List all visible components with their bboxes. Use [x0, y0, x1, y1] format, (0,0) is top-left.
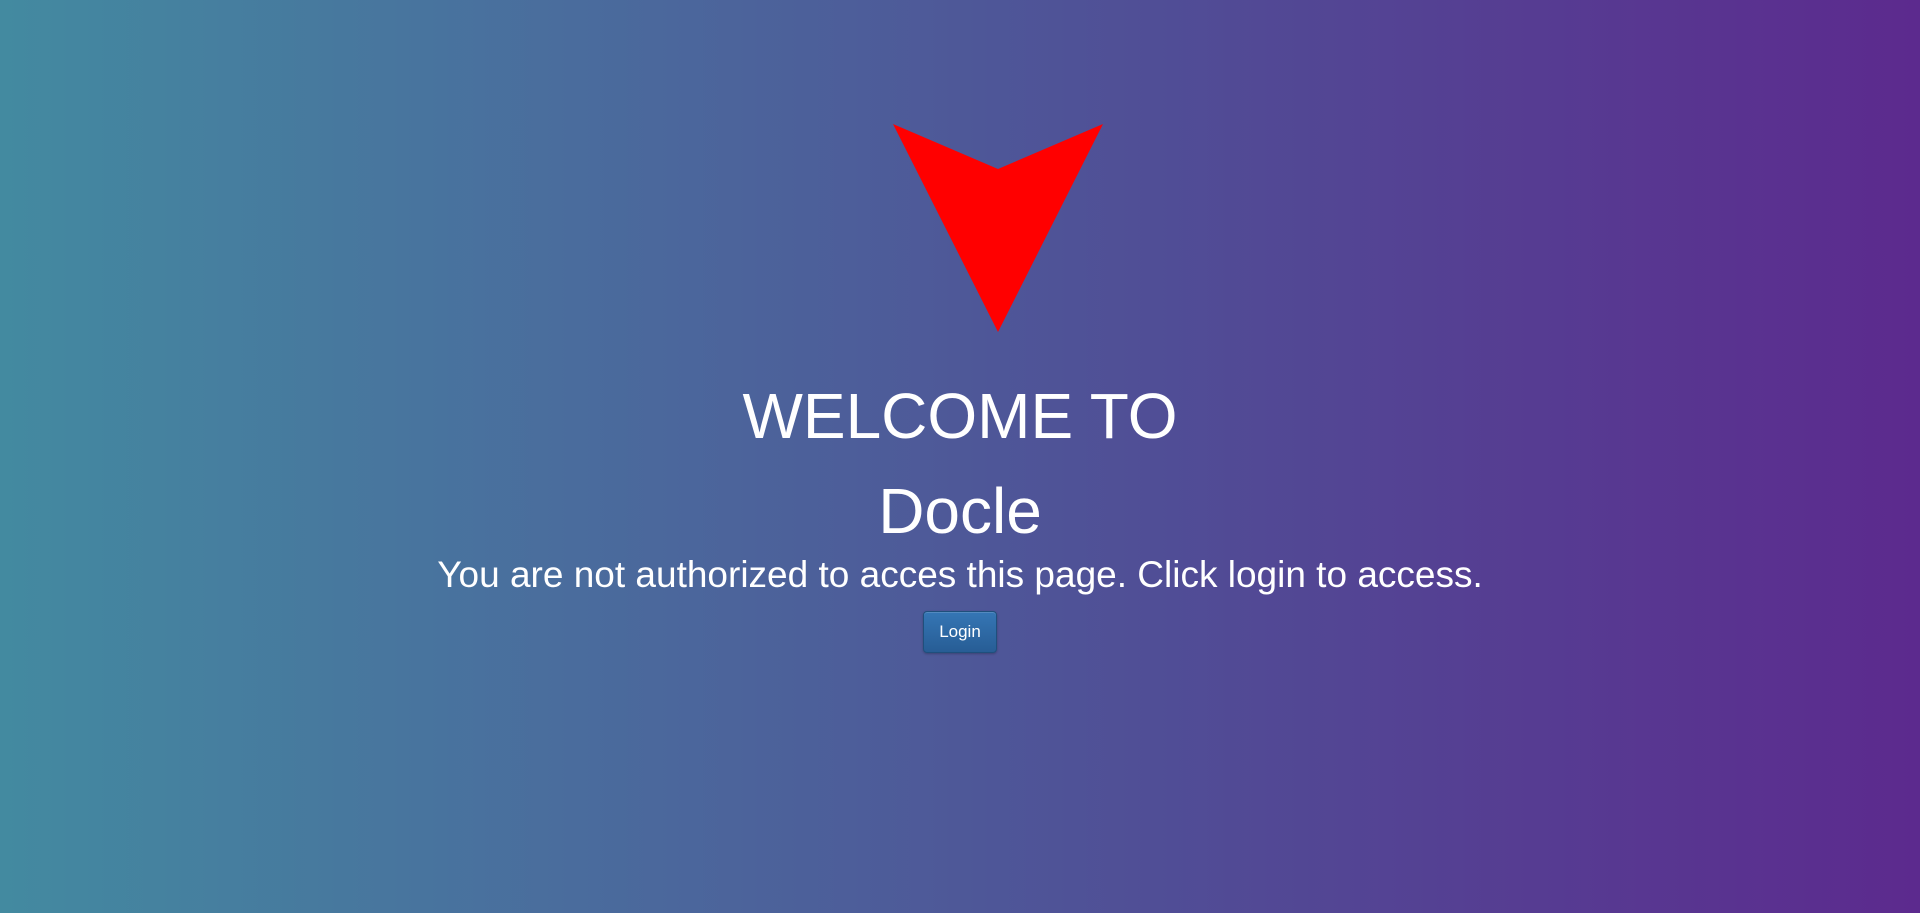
login-button[interactable]: Login [923, 611, 997, 653]
app-name-heading: Docle [878, 475, 1042, 547]
unauthorized-page: WELCOME TO Docle You are not authorized … [0, 0, 1920, 913]
unauthorized-message: You are not authorized to acces this pag… [437, 554, 1483, 595]
welcome-heading: WELCOME TO [742, 380, 1178, 452]
red-arrow-down-icon [893, 124, 1103, 334]
